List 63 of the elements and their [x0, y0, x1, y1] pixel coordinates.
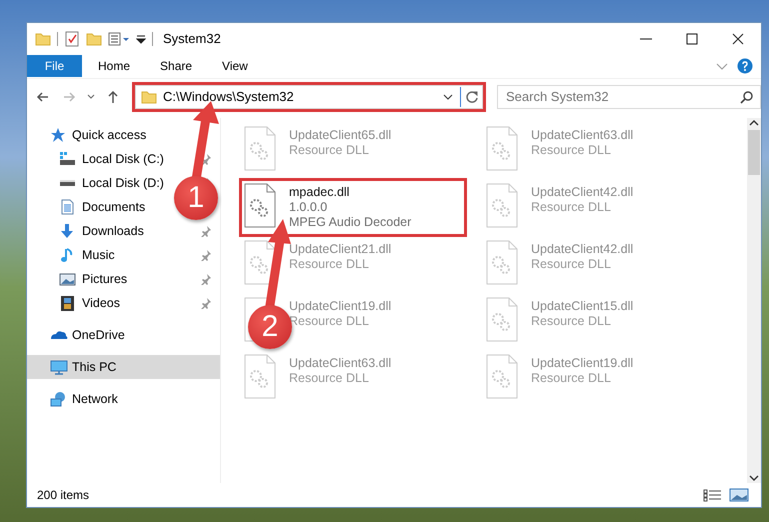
folder-icon[interactable]	[35, 30, 51, 46]
picture-icon	[59, 271, 76, 287]
search-box[interactable]: Search System32	[497, 84, 761, 108]
ribbon-tab[interactable]: View	[208, 55, 262, 77]
file-menu-button[interactable]: File	[27, 55, 82, 77]
pin-icon[interactable]	[200, 273, 212, 285]
file-name[interactable]: mpadec.dll	[289, 185, 412, 200]
details-view-icon[interactable]	[703, 488, 723, 502]
sidebar-item[interactable]: Local Disk (C:)	[27, 147, 220, 171]
scrollbar[interactable]	[747, 118, 761, 483]
file-version: 1.0.0.0	[289, 200, 328, 215]
minimize-icon	[640, 38, 652, 40]
document-icon	[59, 199, 76, 215]
maximize-icon	[686, 32, 698, 44]
sidebar-item[interactable]: Music	[27, 243, 220, 267]
ribbon-tab[interactable]: Share	[146, 55, 206, 77]
pin-icon[interactable]	[200, 153, 212, 165]
network-icon	[50, 391, 68, 407]
file-description: Resource DLL	[289, 143, 370, 158]
new-folder-icon[interactable]	[86, 30, 102, 46]
file-description: Resource DLL	[531, 314, 612, 329]
sidebar-item[interactable]: Videos	[27, 291, 220, 315]
pin-icon[interactable]	[200, 225, 212, 237]
pin-icon[interactable]	[200, 249, 212, 261]
file-description: Resource DLL	[289, 257, 370, 272]
scroll-down-icon[interactable]	[749, 473, 759, 483]
address-path: C:\Windows\System32	[163, 89, 295, 104]
file-description: Resource DLL	[289, 371, 370, 386]
sidebar-item[interactable]: Quick access	[27, 123, 220, 147]
view-options-icon[interactable]	[108, 30, 130, 46]
pin-icon[interactable]	[200, 297, 212, 309]
folder-icon	[141, 88, 157, 104]
large-icons-view-icon[interactable]	[729, 488, 749, 502]
recent-locations-button[interactable]	[87, 94, 95, 99]
file-description: Resource DLL	[531, 200, 612, 215]
drive-icon	[59, 151, 76, 167]
sidebar-item[interactable]: OneDrive	[27, 323, 220, 347]
scroll-up-icon[interactable]	[749, 118, 759, 128]
file-description: Resource DLL	[531, 143, 612, 158]
sidebar-item[interactable]: This PC	[27, 355, 220, 379]
highlighted-file-item[interactable]: mpadec.dll 1.0.0.0 MPEG Audio Decoder	[240, 179, 466, 236]
chevron-down-icon	[87, 94, 95, 99]
help-icon[interactable]	[737, 58, 753, 74]
sidebar-item[interactable]: Downloads	[27, 219, 220, 243]
film-icon	[59, 295, 76, 311]
close-icon	[732, 32, 744, 44]
item-count: 200 items	[37, 488, 90, 502]
drive-icon	[59, 179, 76, 187]
download-arrow-icon	[59, 223, 76, 239]
refresh-icon	[464, 90, 478, 104]
file-description: Resource DLL	[531, 257, 612, 272]
window-title: System32	[163, 31, 221, 46]
gear-file-icon[interactable]	[244, 240, 277, 286]
search-icon[interactable]	[740, 90, 754, 104]
file-description: Resource DLL	[531, 371, 612, 386]
sidebar-item[interactable]: Network	[27, 387, 220, 411]
scroll-thumb[interactable]	[748, 130, 760, 175]
ribbon-tab[interactable]: Home	[84, 55, 144, 77]
computer-icon	[50, 359, 68, 375]
properties-icon[interactable]	[64, 30, 80, 46]
file-description: MPEG Audio Decoder	[289, 215, 412, 230]
sidebar-item[interactable]: Pictures	[27, 267, 220, 291]
gear-file-icon[interactable]	[244, 183, 277, 229]
